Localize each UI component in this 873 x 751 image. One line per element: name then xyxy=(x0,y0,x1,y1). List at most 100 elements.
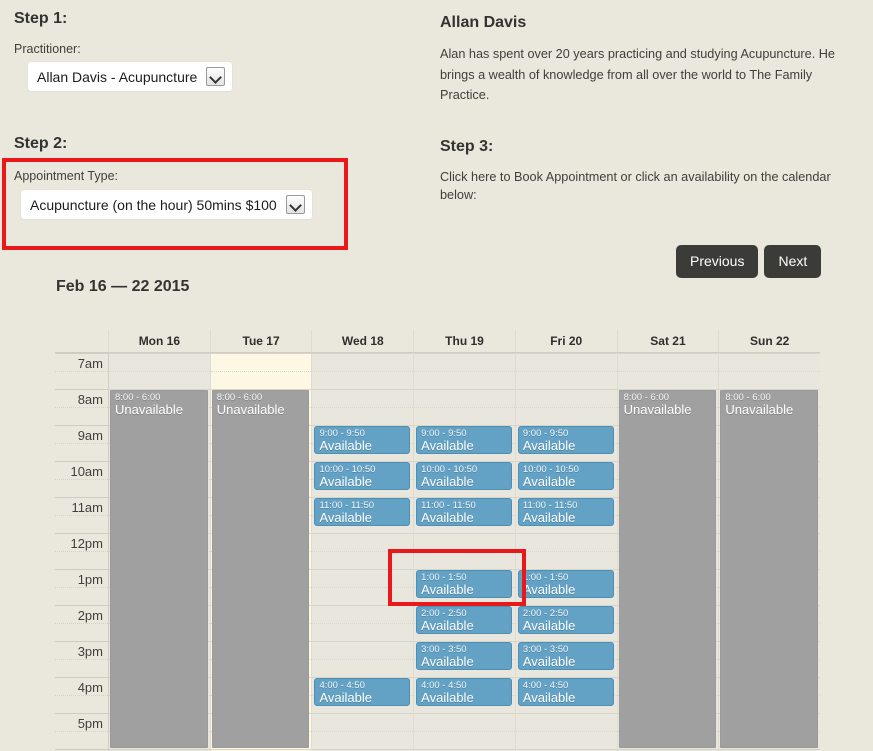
available-slot[interactable]: 4:00 - 4:50 Available xyxy=(416,678,512,706)
available-slot[interactable]: 9:00 - 9:50 Available xyxy=(517,426,614,454)
time-gutter: 7am8am9am10am11am12pm1pm2pm3pm4pm5pm6pm xyxy=(55,353,109,751)
step3-heading-wrap: Step 3: xyxy=(440,138,493,156)
chevron-down-icon[interactable] xyxy=(286,195,306,214)
gutter-half-hour-line xyxy=(55,551,108,552)
gutter-half-hour-line xyxy=(55,371,108,372)
time-label-11am: 11am xyxy=(71,500,103,515)
half-hour-line xyxy=(515,551,617,552)
hour-line xyxy=(617,353,719,354)
half-hour-line xyxy=(312,587,414,588)
half-hour-line xyxy=(414,551,515,552)
available-slot[interactable]: 3:00 - 3:50 Available xyxy=(517,642,614,670)
slot-status-label: Available xyxy=(421,690,474,705)
day-header-1: Tue 17 xyxy=(211,330,313,352)
slot-status-label: Available xyxy=(522,474,576,489)
available-slot[interactable]: 1:00 - 1:50 Available xyxy=(517,570,614,598)
next-button[interactable]: Next xyxy=(764,245,822,278)
practitioner-select-box[interactable]: Allan Davis - Acupuncture xyxy=(28,62,232,91)
hour-line xyxy=(312,569,414,570)
available-slot[interactable]: 4:00 - 4:50 Available xyxy=(517,678,614,706)
half-hour-line xyxy=(312,731,414,732)
available-slot[interactable]: 10:00 - 10:50 Available xyxy=(416,462,512,490)
step1-heading: Step 1: xyxy=(14,10,68,27)
day-column-5: 8:00 - 6:00 Unavailable xyxy=(617,353,720,751)
slot-status-label: Unavailable xyxy=(725,402,794,417)
hour-line xyxy=(414,389,515,390)
slot-status-label: Available xyxy=(319,474,372,489)
day-column-2: 9:00 - 9:50 Available 10:00 - 10:50 Availab… xyxy=(312,353,415,751)
gutter-hour-line xyxy=(55,677,108,678)
practitioner-label-text: Practitioner: xyxy=(14,42,81,56)
slot-status-label: Available xyxy=(421,474,474,489)
unavailable-block: 8:00 - 6:00 Unavailable xyxy=(720,390,819,748)
available-slot[interactable]: 1:00 - 1:50 Available xyxy=(416,570,512,598)
available-slot[interactable]: 9:00 - 9:50 Available xyxy=(416,426,512,454)
gutter-hour-line xyxy=(55,497,108,498)
time-label-1pm: 1pm xyxy=(77,572,103,587)
available-slot[interactable]: 2:00 - 2:50 Available xyxy=(416,606,512,634)
booking-page: Step 1: Practitioner: Allan Davis - Acup… xyxy=(0,0,873,751)
hour-line xyxy=(515,713,617,714)
day-column-0: 8:00 - 6:00 Unavailable xyxy=(109,353,211,751)
half-hour-line xyxy=(617,371,719,372)
previous-button[interactable]: Previous xyxy=(676,245,759,278)
slot-status-label: Available xyxy=(421,654,474,669)
half-hour-line xyxy=(515,407,617,408)
practitioner-select[interactable]: Allan Davis - Acupuncture xyxy=(28,62,232,91)
hour-line xyxy=(515,533,617,534)
half-hour-line xyxy=(414,371,515,372)
slot-status-label: Available xyxy=(319,438,372,453)
hour-line xyxy=(312,353,414,354)
available-slot[interactable]: 10:00 - 10:50 Available xyxy=(517,462,614,490)
step2-heading-wrap: Step 2: xyxy=(14,135,67,153)
available-slot[interactable]: 4:00 - 4:50 Available xyxy=(314,678,411,706)
slot-status-label: Available xyxy=(421,510,474,525)
practitioner-label: Practitioner: xyxy=(14,40,81,58)
day-column-1: 8:00 - 6:00 Unavailable xyxy=(210,353,313,751)
time-label-2pm: 2pm xyxy=(77,608,103,623)
available-slot[interactable]: 11:00 - 11:50 Available xyxy=(314,498,411,526)
available-slot[interactable]: 9:00 - 9:50 Available xyxy=(314,426,411,454)
time-gutter-header xyxy=(55,330,109,352)
slot-status-label: Unavailable xyxy=(115,402,183,417)
hour-line xyxy=(210,353,312,354)
appointment-type-select[interactable]: Acupuncture (on the hour) 50mins $100 xyxy=(21,190,313,219)
available-slot[interactable]: 3:00 - 3:50 Available xyxy=(416,642,512,670)
day-header-4: Fri 20 xyxy=(516,330,618,352)
slot-status-label: Available xyxy=(522,654,576,669)
gutter-hour-line xyxy=(55,353,108,354)
available-slot[interactable]: 11:00 - 11:50 Available xyxy=(517,498,614,526)
hour-line xyxy=(719,353,820,354)
slot-status-label: Unavailable xyxy=(216,402,285,417)
gutter-hour-line xyxy=(55,713,108,714)
available-slot[interactable]: 10:00 - 10:50 Available xyxy=(314,462,411,490)
half-hour-line xyxy=(414,731,515,732)
availability-calendar: Mon 16 Tue 17 Wed 18 Thu 19 Fri 20 Sat 21 Sun … xyxy=(55,330,820,751)
practitioner-name: Allan Davis xyxy=(440,14,527,31)
gutter-hour-line xyxy=(55,533,108,534)
time-label-12pm: 12pm xyxy=(70,536,103,551)
slot-status-label: Available xyxy=(319,510,372,525)
hour-line xyxy=(312,641,414,642)
practitioner-bio-wrap: Alan has spent over 20 years practicing … xyxy=(440,44,860,106)
gutter-hour-line xyxy=(55,605,108,606)
available-slot[interactable]: 11:00 - 11:50 Available xyxy=(416,498,512,526)
gutter-half-hour-line xyxy=(55,515,108,516)
gutter-hour-line xyxy=(55,461,108,462)
chevron-down-icon[interactable] xyxy=(205,67,225,86)
hour-line xyxy=(414,713,515,714)
half-hour-line xyxy=(719,371,820,372)
hour-line xyxy=(515,353,617,354)
half-hour-line xyxy=(515,371,617,372)
hour-line xyxy=(414,353,515,354)
slot-status-label: Available xyxy=(522,510,576,525)
half-hour-line xyxy=(312,659,414,660)
available-slot[interactable]: 2:00 - 2:50 Available xyxy=(517,606,614,634)
time-label-10am: 10am xyxy=(70,464,103,479)
time-label-3pm: 3pm xyxy=(77,644,103,659)
appointment-type-select-box[interactable]: Acupuncture (on the hour) 50mins $100 xyxy=(21,190,313,219)
half-hour-line xyxy=(312,623,414,624)
step1-heading-wrap: Step 1: xyxy=(14,10,67,28)
time-label-9am: 9am xyxy=(77,428,103,443)
time-label-8am: 8am xyxy=(77,392,103,407)
